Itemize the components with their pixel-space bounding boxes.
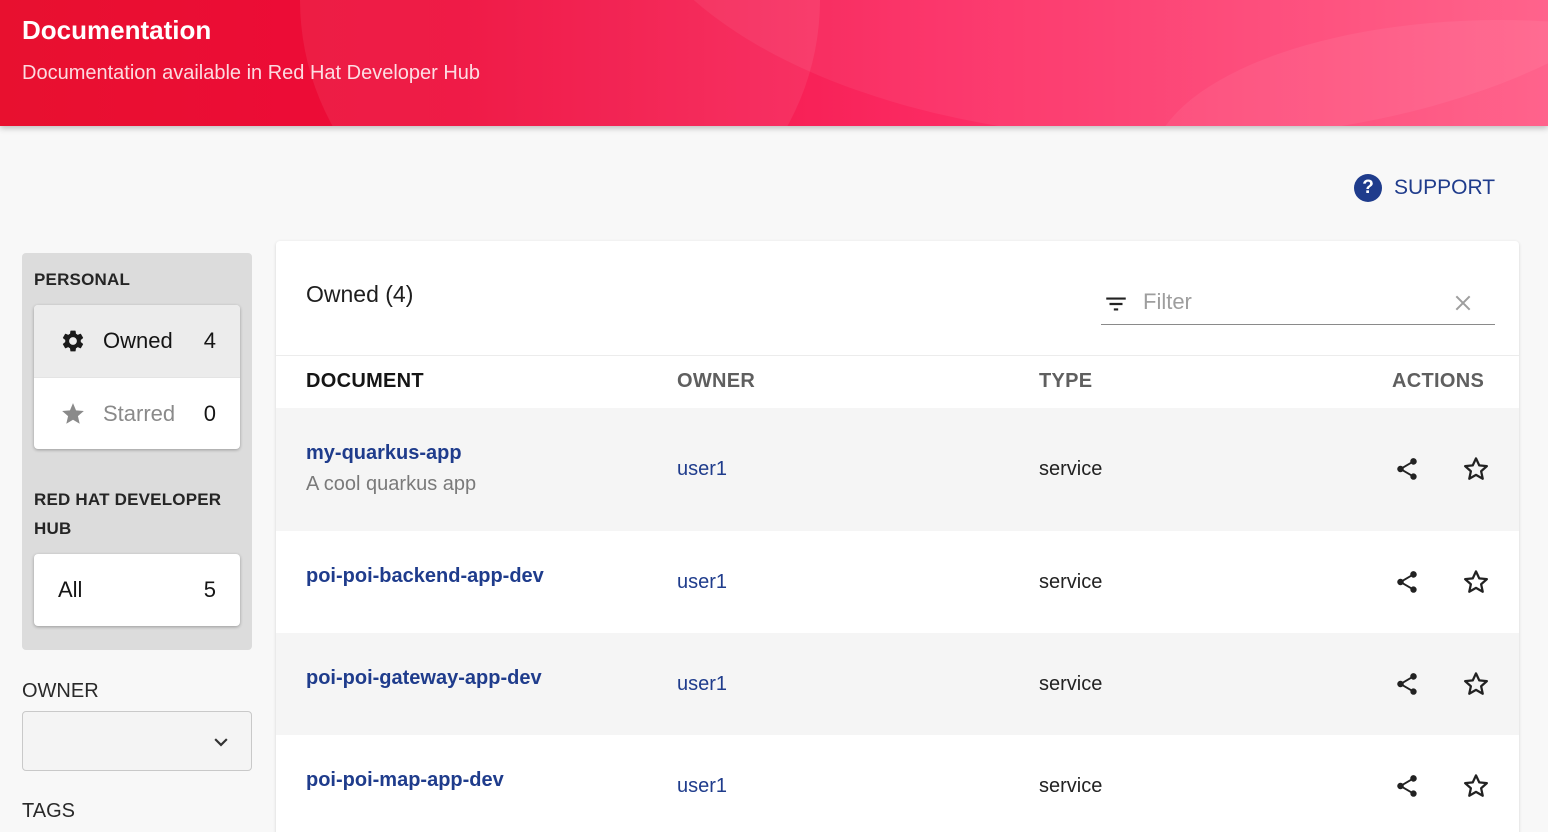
document-link[interactable]: poi-poi-backend-app-dev [306, 565, 544, 588]
gear-icon [59, 327, 87, 355]
type-cell: service [1039, 775, 1103, 797]
filter-input[interactable] [1143, 287, 1433, 317]
document-link[interactable]: poi-poi-map-app-dev [306, 769, 504, 792]
table-row: poi-poi-map-app-dev user1 service [276, 735, 1519, 832]
filter-item-owned[interactable]: Owned 4 [34, 305, 240, 377]
table-row: poi-poi-gateway-app-dev user1 service [276, 633, 1519, 735]
column-header-actions: ACTIONS [1392, 370, 1485, 392]
type-cell: service [1039, 673, 1103, 695]
tags-filter-label: TAGS [22, 800, 75, 822]
star-outline-icon[interactable] [1460, 770, 1492, 802]
sidebar-filter-panel: PERSONAL Owned 4 Starred 0 RED HAT DEVEL… [22, 253, 252, 650]
table-header: DOCUMENT OWNER TYPE ACTIONS [276, 355, 1519, 408]
filter-item-label: Owned [103, 328, 173, 353]
filter-item-label: All [58, 577, 83, 602]
owner-link[interactable]: user1 [677, 775, 727, 798]
table-row: my-quarkus-app A cool quarkus app user1 … [276, 408, 1519, 531]
document-link[interactable]: poi-poi-gateway-app-dev [306, 667, 542, 690]
documents-table-card: Owned (4) DOCUMENT OWNER TYPE ACTIONS my… [276, 241, 1519, 832]
filter-icon [1103, 291, 1129, 322]
share-icon[interactable] [1391, 770, 1423, 802]
filter-item-starred[interactable]: Starred 0 [34, 377, 240, 449]
owner-link[interactable]: user1 [677, 673, 727, 696]
help-circle-icon: ? [1354, 174, 1382, 202]
org-filter-menu: All 5 [34, 554, 240, 626]
filter-item-count: 0 [203, 400, 216, 426]
section-heading-org: RED HAT DEVELOPER HUB [34, 490, 222, 538]
filter-item-count: 5 [203, 577, 216, 602]
type-cell: service [1039, 458, 1103, 480]
column-header-owner[interactable]: OWNER [677, 370, 755, 393]
table-row: poi-poi-backend-app-dev user1 service [276, 531, 1519, 633]
personal-filter-menu: Owned 4 Starred 0 [34, 305, 240, 449]
star-outline-icon[interactable] [1460, 668, 1492, 700]
filter-item-all[interactable]: All 5 [34, 554, 240, 626]
star-outline-icon[interactable] [1460, 566, 1492, 598]
share-icon[interactable] [1391, 566, 1423, 598]
section-heading-personal: PERSONAL [34, 270, 131, 289]
chevron-down-icon [211, 732, 231, 757]
page-title: Documentation [22, 15, 212, 45]
owner-link[interactable]: user1 [677, 571, 727, 594]
share-icon[interactable] [1391, 453, 1423, 485]
table-title: Owned (4) [306, 281, 414, 307]
page-header: Documentation Documentation available in… [0, 0, 1548, 126]
column-header-document[interactable]: DOCUMENT [306, 370, 424, 393]
star-icon [59, 400, 87, 428]
owner-select[interactable] [22, 711, 252, 771]
filter-item-label: Starred [103, 400, 176, 426]
document-link[interactable]: my-quarkus-app [306, 442, 462, 465]
document-description: A cool quarkus app [306, 473, 477, 495]
table-filter [1101, 281, 1495, 325]
column-header-type[interactable]: TYPE [1039, 370, 1092, 393]
page-subtitle: Documentation available in Red Hat Devel… [22, 62, 481, 84]
star-outline-icon[interactable] [1460, 453, 1492, 485]
support-label: SUPPORT [1394, 176, 1496, 199]
owner-link[interactable]: user1 [677, 458, 727, 481]
owner-filter-label: OWNER [22, 680, 99, 702]
share-icon[interactable] [1391, 668, 1423, 700]
support-button[interactable]: ? SUPPORT [1354, 174, 1495, 202]
filter-item-count: 4 [203, 328, 216, 353]
type-cell: service [1039, 571, 1103, 593]
clear-icon[interactable] [1453, 293, 1473, 318]
